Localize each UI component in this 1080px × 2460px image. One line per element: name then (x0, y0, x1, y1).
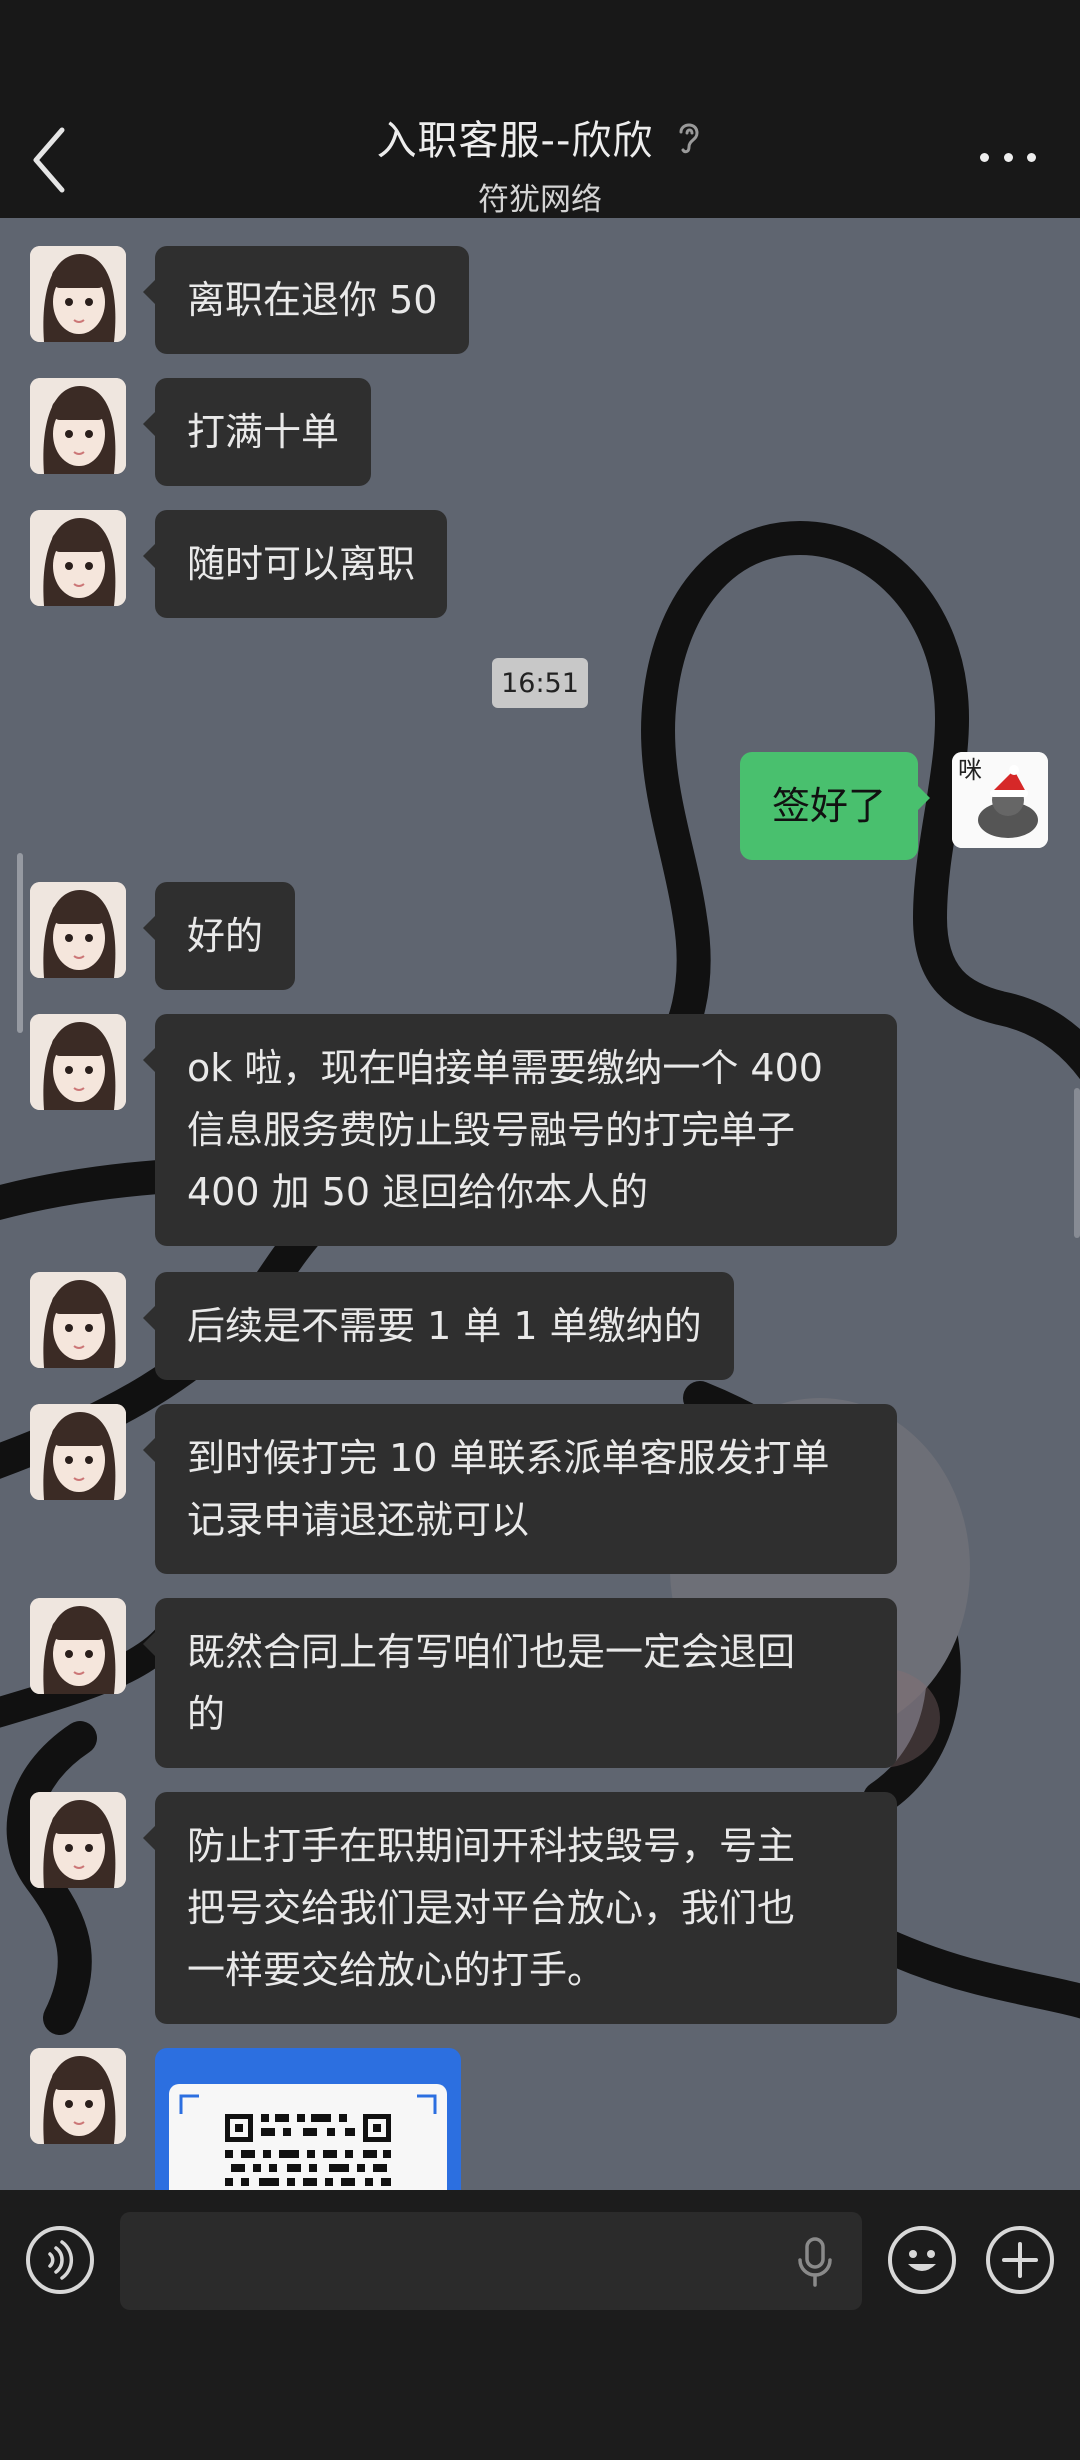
message-bubble[interactable]: 后续是不需要 1 单 1 单缴纳的 (143, 1272, 734, 1380)
ear-icon (679, 123, 699, 154)
message-bubble[interactable]: 好的 (142, 882, 296, 990)
message-text: 好的 (187, 914, 264, 958)
more-dots-icon[interactable] (980, 150, 1036, 164)
voice-icon[interactable] (26, 2226, 94, 2294)
message-line: 400 加 50 退回给你本人的 (187, 1170, 649, 1214)
message-line: 一样要交给放心的打手。 (187, 1948, 606, 1992)
microphone-icon[interactable] (794, 2236, 836, 2288)
avatar[interactable] (30, 510, 126, 606)
message-text: 打满十单 (187, 410, 340, 454)
svg-text:咪: 咪 (958, 756, 982, 784)
cat-avatar-icon: 咪 (952, 752, 1048, 848)
message-line: 到时候打完 10 单联系派单客服发打单 (187, 1436, 830, 1480)
message-bubble[interactable]: 打满十单 (142, 378, 372, 486)
avatar[interactable] (30, 246, 126, 342)
smile-glyph (908, 2250, 936, 2271)
chat-header: 入职客服--欣欣 符犹网络 (0, 0, 1080, 218)
message-text: 后续是不需要 1 单 1 单缴纳的 (187, 1304, 702, 1348)
title-area: 入职客服--欣欣 符犹网络 (0, 108, 1080, 219)
avatar-girl-icon (30, 1598, 126, 1694)
voice-wave-glyph (48, 2240, 74, 2280)
my-message-bubble[interactable]: 签好了 (740, 752, 931, 860)
message-bubble[interactable]: 既然合同上有写咱们也是一定会退回 的 (143, 1598, 897, 1768)
input-bar (0, 2190, 1080, 2460)
chat-subtitle: 符犹网络 (478, 182, 602, 218)
message-line: ok 啦，现在咱接单需要缴纳一个 400 (187, 1046, 823, 1090)
message-text: 离职在退你 50 (187, 278, 438, 322)
avatar[interactable] (30, 882, 126, 978)
message-input[interactable] (120, 2212, 862, 2310)
avatar[interactable] (30, 1792, 126, 1888)
timestamp-badge: 16:51 (492, 658, 588, 708)
message-line: 把号交给我们是对平台放心，我们也 (187, 1886, 796, 1930)
message-bubble[interactable]: 随时可以离职 (142, 510, 448, 618)
avatar[interactable] (30, 378, 126, 474)
qr-code-panel (169, 2084, 447, 2190)
plus-glyph (1002, 2242, 1038, 2278)
avatar[interactable] (30, 1272, 126, 1368)
message-text: 签好了 (772, 784, 887, 828)
message-bubble[interactable]: 到时候打完 10 单联系派单客服发打单 记录申请退还就可以 (143, 1404, 897, 1574)
avatar[interactable] (30, 1014, 126, 1110)
avatar-girl-icon (30, 1014, 126, 1110)
avatar[interactable] (30, 2048, 126, 2144)
message-line: 信息服务费防止毁号融号的打完单子 (187, 1108, 796, 1152)
avatar-girl-icon (30, 1404, 126, 1500)
avatar-girl-icon (30, 378, 126, 474)
message-line: 既然合同上有写咱们也是一定会退回 (187, 1630, 796, 1674)
message-line: 的 (187, 1692, 226, 1736)
message-bubble[interactable]: ok 啦，现在咱接单需要缴纳一个 400 信息服务费防止毁号融号的打完单子 40… (143, 1014, 897, 1246)
chat-title[interactable]: 入职客服--欣欣 (377, 108, 654, 166)
message-line: 防止打手在职期间开科技毁号，号主 (187, 1824, 796, 1868)
scrollbar[interactable] (17, 853, 23, 1033)
qr-code-icon (179, 2094, 437, 2186)
avatar-girl-icon (30, 882, 126, 978)
avatar-girl-icon (30, 510, 126, 606)
chat-area[interactable]: 离职在退你 50 打满十单 随时可以离职 16:51 签好了 咪 好的 ok 啦… (0, 218, 1080, 2190)
avatar[interactable] (30, 1404, 126, 1500)
avatar-girl-icon (30, 2048, 126, 2144)
scrollbar[interactable] (1074, 1088, 1080, 1238)
message-bubble[interactable]: 离职在退你 50 (142, 246, 470, 354)
emoji-icon[interactable] (888, 2226, 956, 2294)
avatar[interactable] (30, 1598, 126, 1694)
avatar-girl-icon (30, 246, 126, 342)
plus-icon[interactable] (986, 2226, 1054, 2294)
qr-code-card[interactable] (155, 2048, 461, 2190)
avatar-girl-icon (30, 1792, 126, 1888)
message-line: 记录申请退还就可以 (187, 1498, 530, 1542)
my-avatar[interactable]: 咪 (952, 752, 1048, 848)
message-bubble[interactable]: 防止打手在职期间开科技毁号，号主 把号交给我们是对平台放心，我们也 一样要交给放… (143, 1792, 897, 2024)
avatar-girl-icon (30, 1272, 126, 1368)
message-text: 随时可以离职 (187, 542, 416, 586)
